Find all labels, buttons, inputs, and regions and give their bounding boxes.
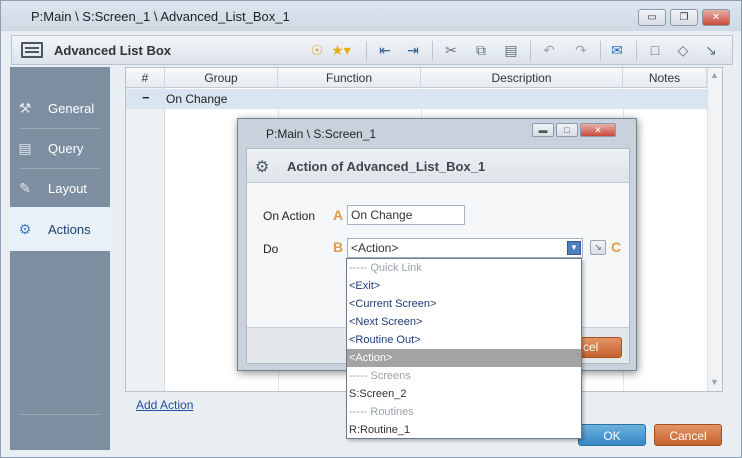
dialog-title: P:Main \ S:Screen_1	[266, 127, 377, 141]
toolbar-divider	[530, 41, 531, 61]
dropdown-option-selected[interactable]: <Action>	[347, 349, 581, 367]
marker-b: B	[333, 239, 344, 255]
sidebar-item-layout[interactable]: ✎ Layout	[10, 168, 110, 208]
star-icon[interactable]: ★▾	[330, 40, 352, 61]
row-number-column	[126, 88, 165, 391]
toolbar-title: Advanced List Box	[54, 43, 172, 58]
dialog-header: ⚙ Action of Advanced_List_Box_1	[247, 149, 629, 183]
sidebar-item-label: Actions	[48, 222, 91, 237]
toolbar-divider	[432, 41, 433, 61]
sidebar: ⚒ General ▤ Query ✎ Layout ⚙ Actions	[10, 67, 110, 450]
on-action-field[interactable]: On Change	[347, 205, 465, 225]
dropdown-option[interactable]: <Routine Out>	[347, 331, 581, 349]
column-header-group[interactable]: Group	[165, 68, 278, 88]
minimize-button[interactable]: ▭	[638, 9, 666, 26]
chevron-down-icon[interactable]: ▼	[567, 241, 581, 255]
close-button[interactable]: ✕	[702, 9, 730, 26]
column-header-description[interactable]: Description	[421, 68, 623, 88]
toolbar-divider	[366, 41, 367, 61]
dropdown-option[interactable]: R:Routine_1	[347, 421, 581, 439]
ok-button[interactable]: OK	[578, 424, 646, 446]
group-name: On Change	[166, 92, 228, 106]
title-bar: P:Main \ S:Screen_1 \ Advanced_List_Box_…	[1, 1, 741, 31]
gear-icon: ⚙	[255, 159, 270, 176]
cut-icon[interactable]: ✂	[440, 40, 462, 61]
paste-icon[interactable]: ▤	[500, 40, 522, 61]
window-title: P:Main \ S:Screen_1 \ Advanced_List_Box_…	[31, 9, 290, 24]
toolbar: Advanced List Box ☉ ★▾ ⇤ ⇥ ✂ ⧉ ▤ ↶ ↷ ✉ □…	[11, 35, 733, 65]
sidebar-item-query[interactable]: ▤ Query	[10, 128, 110, 168]
scroll-down-icon[interactable]: ▼	[710, 377, 719, 387]
sidebar-divider	[20, 414, 100, 415]
copy-icon[interactable]: ⧉	[470, 40, 492, 61]
column-header-number[interactable]: #	[126, 68, 165, 88]
note-icon[interactable]: □	[644, 40, 666, 61]
scroll-up-icon[interactable]: ▲	[710, 70, 719, 80]
query-icon: ▤	[18, 140, 32, 156]
dialog-heading: Action of Advanced_List_Box_1	[287, 159, 486, 174]
expand-icon[interactable]: ↘	[700, 40, 722, 61]
add-action-link[interactable]: Add Action	[136, 398, 193, 412]
dropdown-option[interactable]: <Exit>	[347, 277, 581, 295]
column-header-function[interactable]: Function	[278, 68, 421, 88]
column-header-notes[interactable]: Notes	[623, 68, 707, 88]
do-select[interactable]: <Action>	[347, 238, 583, 258]
undo-icon[interactable]: ↶	[538, 40, 560, 61]
toolbar-divider	[600, 41, 601, 61]
layout-icon: ✎	[19, 180, 31, 196]
cancel-button[interactable]: Cancel	[654, 424, 722, 446]
grid-header: # Group Function Description Notes	[126, 68, 707, 88]
dialog-close-button[interactable]: ✕	[580, 123, 616, 137]
main-window: P:Main \ S:Screen_1 \ Advanced_List_Box_…	[0, 0, 742, 458]
sidebar-item-label: Query	[48, 141, 84, 156]
maximize-button[interactable]: ❐	[670, 9, 698, 26]
do-label: Do	[263, 242, 279, 256]
sidebar-item-actions[interactable]: ⚙ Actions	[10, 207, 110, 251]
do-dropdown-list: ----- Quick Link <Exit> <Current Screen>…	[346, 258, 582, 439]
on-action-label: On Action	[263, 209, 316, 223]
bulb-icon[interactable]: ☉	[306, 40, 328, 61]
tag-icon[interactable]: ◇	[672, 40, 694, 61]
vertical-scrollbar[interactable]: ▲ ▼	[707, 68, 722, 391]
dialog-maximize-button[interactable]: □	[556, 123, 578, 137]
dropdown-separator: ----- Screens	[349, 370, 411, 382]
marker-a: A	[333, 207, 344, 223]
wrench-icon: ⚒	[18, 100, 32, 116]
indent-icon[interactable]: ⇥	[402, 40, 424, 61]
jump-to-icon[interactable]: ↘	[590, 240, 606, 255]
collapse-toggle[interactable]: −	[142, 90, 150, 105]
sidebar-item-label: General	[48, 101, 95, 116]
marker-c: C	[611, 239, 622, 255]
dropdown-separator: ----- Quick Link	[349, 262, 422, 274]
dropdown-separator: ----- Routines	[349, 406, 414, 418]
dropdown-option[interactable]: <Next Screen>	[347, 313, 581, 331]
redo-icon[interactable]: ↷	[570, 40, 592, 61]
sidebar-item-general[interactable]: ⚒ General	[10, 88, 110, 128]
gears-icon: ⚙	[18, 221, 32, 237]
dropdown-option[interactable]: <Current Screen>	[347, 295, 581, 313]
dialog-minimize-button[interactable]: ▬	[532, 123, 554, 137]
toolbar-divider	[636, 41, 637, 61]
sidebar-item-label: Layout	[48, 181, 88, 196]
outdent-icon[interactable]: ⇤	[374, 40, 396, 61]
comment-icon[interactable]: ✉	[606, 40, 628, 61]
list-box-icon	[21, 42, 43, 58]
dropdown-option[interactable]: S:Screen_2	[347, 385, 581, 403]
group-row[interactable]: − On Change	[126, 89, 707, 109]
